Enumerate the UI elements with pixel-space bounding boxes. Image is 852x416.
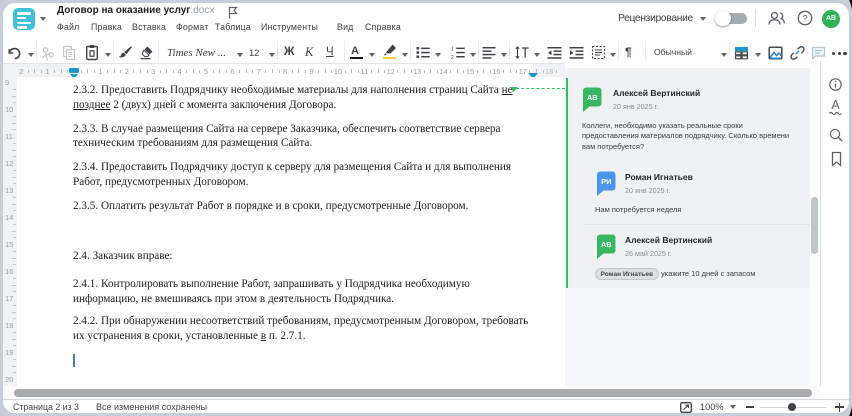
- svg-text:АВ: АВ: [587, 93, 598, 102]
- svg-text:А: А: [831, 98, 840, 112]
- svg-text:АВ: АВ: [601, 240, 612, 249]
- svg-text:1: 1: [451, 46, 454, 52]
- svg-text:?: ?: [802, 13, 807, 24]
- svg-text:2: 2: [451, 55, 454, 59]
- svg-text:РИ: РИ: [601, 177, 611, 186]
